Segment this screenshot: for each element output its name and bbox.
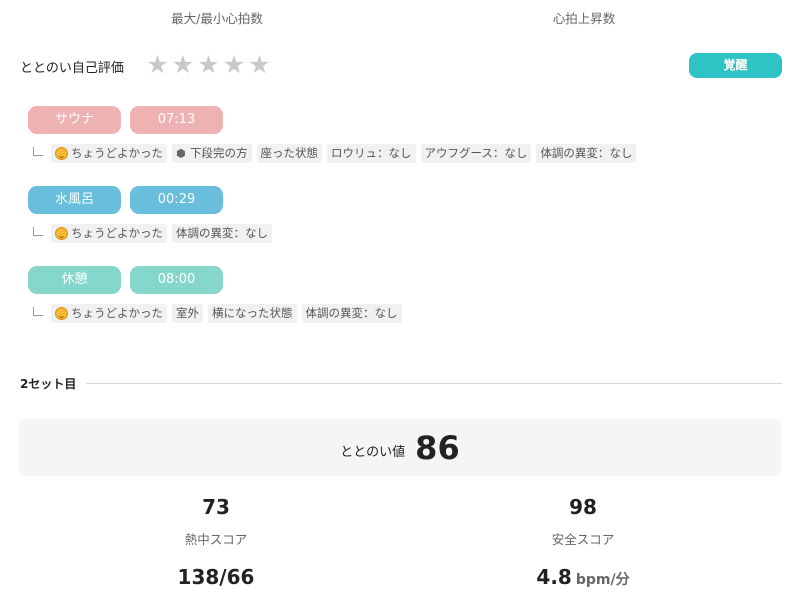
heart-rate-labels: 最大/最小心拍数 心拍上昇数 [0, 8, 800, 28]
self-rating-row: ととのい自己評価 ★ ★ ★ ★ ★ 覚醒 [20, 52, 782, 80]
tag-aufguss: アウフグース：なし [420, 143, 532, 163]
heat-score-label: 熱中スコア [184, 532, 248, 547]
heart-rate-rise: 4.8 bpm/分 [433, 565, 733, 589]
heat-score: 73 熱中スコア [66, 495, 366, 548]
smiling-face-icon [55, 146, 68, 160]
smiling-face-icon [55, 306, 68, 320]
max-min-heart-rate: 138/66 [66, 565, 366, 589]
max-min-heart-rate-value: 138/66 [177, 565, 255, 589]
star-rating[interactable]: ★ ★ ★ ★ ★ [145, 52, 273, 77]
tree-corner-icon [33, 146, 43, 156]
tag-text: ちょうどよかった [71, 145, 163, 160]
tag-posture: 座った状態 [256, 143, 322, 163]
tag-list: ちょうどよかった ⬢ 下段完の方 座った状態 ロウリュ：なし アウフグース：なし … [28, 143, 768, 163]
tag-list: ちょうどよかった 体調の異変：なし [28, 223, 768, 243]
tag-feeling: ちょうどよかった [51, 143, 167, 163]
heart-rate-rise-label: 心拍上昇数 [552, 11, 616, 26]
totonoi-value: 86 [415, 428, 460, 467]
awake-badge: 覚醒 [689, 53, 782, 78]
step-sauna: サウナ 07:13 ちょうどよかった ⬢ 下段完の方 座った状態 ロウリュ：なし … [28, 106, 768, 163]
totonoi-value-card: ととのい値 86 [19, 419, 781, 476]
tag-list: ちょうどよかった 室外 横になった状態 体調の異変：なし [28, 303, 768, 323]
step-name-pill: 水風呂 [28, 186, 121, 214]
tag-posture: 横になった状態 [208, 303, 297, 323]
tag-text: ちょうどよかった [71, 305, 163, 320]
tag-feeling: ちょうどよかった [51, 303, 167, 323]
smiling-face-icon [55, 226, 68, 240]
tag-text: 下段完の方 [190, 145, 248, 160]
tag-loyly: ロウリュ：なし [327, 143, 416, 163]
safety-score-label: 安全スコア [551, 532, 615, 547]
cube-icon: ⬢ [176, 146, 186, 160]
step-name-pill: 休憩 [28, 266, 121, 294]
step-time-pill: 08:00 [130, 266, 223, 294]
star-icon[interactable]: ★ [196, 52, 221, 77]
star-icon[interactable]: ★ [171, 52, 196, 77]
totonoi-label: ととのい値 [340, 445, 406, 460]
tree-corner-icon [33, 226, 43, 236]
tag-feeling: ちょうどよかった [51, 223, 167, 243]
tag-condition: 体調の異変：なし [301, 303, 402, 323]
divider [86, 382, 782, 384]
step-time-pill: 00:29 [130, 186, 223, 214]
heart-rate-rise-value: 4.8 [536, 565, 572, 589]
star-icon[interactable]: ★ [222, 52, 247, 77]
star-icon[interactable]: ★ [247, 52, 272, 77]
set-header: 2セット目 [20, 376, 782, 391]
heart-rate-rise-unit: bpm/分 [575, 572, 630, 588]
self-rating-title: ととのい自己評価 [20, 61, 124, 76]
safety-score-value: 98 [569, 495, 597, 519]
tag-text: ちょうどよかった [71, 225, 163, 240]
tag-condition: 体調の異変：なし [536, 143, 637, 163]
step-rest: 休憩 08:00 ちょうどよかった 室外 横になった状態 体調の異変：なし [28, 266, 768, 323]
max-min-heart-rate-label: 最大/最小心拍数 [171, 11, 263, 26]
step-time-pill: 07:13 [130, 106, 223, 134]
safety-score: 98 安全スコア [433, 495, 733, 548]
tag-location: 室外 [172, 303, 203, 323]
heat-score-value: 73 [202, 495, 230, 519]
tag-seat: ⬢ 下段完の方 [172, 143, 252, 163]
step-name-pill: サウナ [28, 106, 121, 134]
tree-corner-icon [33, 306, 43, 316]
set-title: 2セット目 [20, 376, 77, 391]
step-cold-bath: 水風呂 00:29 ちょうどよかった 体調の異変：なし [28, 186, 768, 243]
star-icon[interactable]: ★ [145, 52, 170, 77]
tag-condition: 体調の異変：なし [172, 223, 272, 243]
